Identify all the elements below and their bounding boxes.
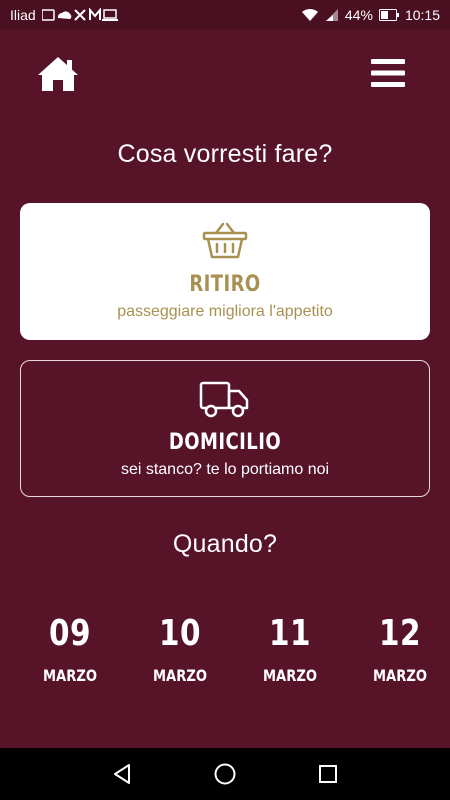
carrier-label: Iliad: [10, 7, 36, 23]
status-bar-right: 44% 10:15: [301, 7, 440, 23]
battery-percent: 44%: [344, 7, 373, 23]
recents-square-icon: [319, 765, 338, 783]
option-domicilio-subtitle: sei stanco? te lo portiamo noi: [120, 461, 330, 478]
back-button[interactable]: [102, 754, 142, 794]
option-ritiro-card[interactable]: RITIRO passeggiare migliora l'appetito: [20, 203, 430, 340]
hamburger-menu-icon: [371, 59, 405, 87]
date-option-12[interactable]: 12 MARZO: [345, 612, 450, 685]
date-day: 12: [379, 613, 421, 654]
date-month: MARZO: [153, 666, 207, 685]
home-circle-icon: [214, 763, 236, 785]
home-system-button[interactable]: [205, 754, 245, 794]
option-ritiro-subtitle: passeggiare migliora l'appetito: [117, 303, 333, 320]
recents-button[interactable]: [308, 754, 348, 794]
date-month: MARZO: [373, 666, 427, 685]
option-domicilio-card[interactable]: DOMICILIO sei stanco? te lo portiamo noi: [20, 360, 430, 497]
date-option-10[interactable]: 10 MARZO: [125, 612, 235, 685]
date-day: 11: [269, 613, 311, 654]
truck-icon: [21, 379, 429, 421]
date-selector: 09 MARZO 10 MARZO 11 MARZO 12 MARZO: [15, 612, 450, 685]
date-day: 09: [49, 613, 91, 654]
menu-button[interactable]: [370, 55, 406, 91]
wifi-icon: [301, 8, 319, 22]
date-month: MARZO: [263, 666, 317, 685]
when-question-heading: Quando?: [172, 530, 278, 558]
battery-icon: [378, 9, 399, 21]
date-option-09[interactable]: 09 MARZO: [15, 612, 125, 685]
clock: 10:15: [404, 7, 440, 23]
status-bar-left: Iliad: [10, 7, 118, 23]
option-ritiro-title: RITIRO: [189, 272, 261, 297]
signal-icon: [325, 8, 339, 22]
home-icon: [38, 57, 78, 91]
status-bar: Iliad 44% 10:15: [0, 0, 450, 30]
date-day: 10: [159, 613, 201, 654]
option-domicilio-title: DOMICILIO: [168, 430, 282, 455]
basket-icon: [20, 221, 430, 261]
back-triangle-icon: [113, 764, 130, 784]
system-navigation-bar: [0, 748, 450, 800]
notification-icons: [41, 8, 118, 22]
date-month: MARZO: [43, 666, 97, 685]
home-button[interactable]: [36, 54, 80, 94]
date-option-11[interactable]: 11 MARZO: [235, 612, 345, 685]
service-question-heading: Cosa vorresti fare?: [117, 140, 333, 168]
